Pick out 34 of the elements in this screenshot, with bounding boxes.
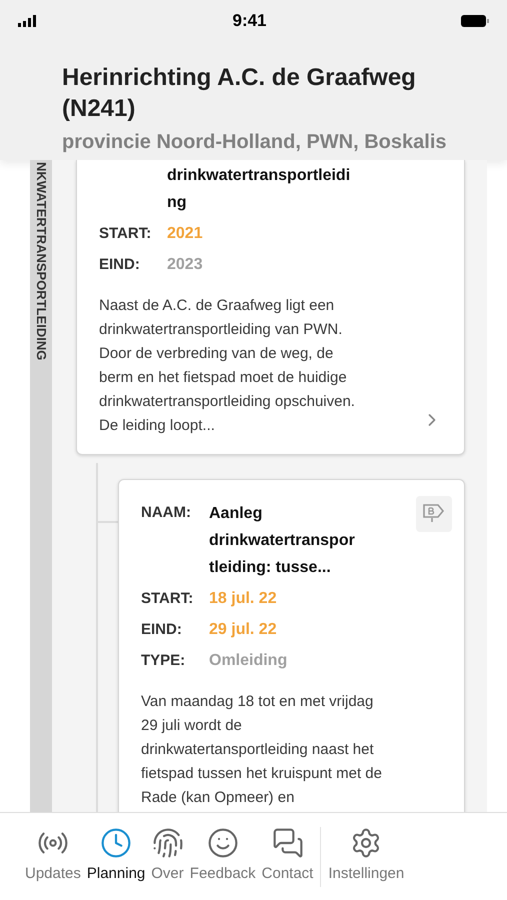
description: Van maandag 18 tot en met vrijdag 29 juli wordt de drinkwatertansportleiding naast het fietspad tussen het kruispunt met de Rade (kan Opmeer) en: [141, 692, 383, 808]
clock-time: 9:41: [232, 10, 267, 32]
card[interactable]: [118, 479, 465, 812]
description: Naast de A.C. de Graafweg ligt een drinkwatertransportleiding van PWN. Door de verbreding van de weg, de berm en het fietspad moet de huidige drinkwatertransportleiding opschuiven. De leiding loopt...: [99, 296, 356, 436]
name-value: drinkwatertransportleidi ng: [167, 166, 350, 213]
fingerprint-icon: [152, 827, 184, 859]
page-subtitle: provincie Noord-Holland, PWN, Boskalis: [62, 130, 448, 155]
chat-icon: [272, 827, 304, 859]
field-label: START:: [141, 589, 194, 609]
section-label: NKWATERTRANSPORTLEIDING: [33, 162, 50, 360]
field-value: Omleiding: [209, 651, 288, 671]
tab[interactable]: Contact: [258, 827, 316, 886]
field-value: 2023: [167, 255, 203, 275]
tab[interactable]: Over: [148, 827, 187, 886]
battery-icon: [461, 15, 489, 27]
field-value: 29 jul. 22: [209, 620, 277, 640]
field-label: EIND:: [141, 620, 183, 640]
field-value: 18 jul. 22: [209, 589, 277, 609]
tab[interactable]: Feedback: [186, 827, 259, 886]
field-label: EIND:: [99, 255, 141, 275]
sign-icon: [416, 496, 452, 532]
tab[interactable]: Planning: [84, 827, 148, 886]
signal-icon: [18, 15, 38, 27]
tab[interactable]: Updates: [22, 827, 84, 886]
field-label: NAAM:: [141, 504, 191, 521]
field-label: START:: [99, 224, 152, 244]
clock-icon: [100, 827, 132, 859]
smile-icon: [206, 827, 239, 859]
tab[interactable]: Instellingen: [325, 827, 408, 886]
page-title: Herinrichting A.C. de Graafweg (N241): [62, 63, 417, 124]
name-value: Aanleg drinkwatertranspor tleiding: tusse...: [209, 504, 355, 578]
field-label: TYPE:: [141, 651, 186, 671]
card[interactable]: [76, 160, 465, 455]
field-value: 2021: [167, 224, 203, 244]
